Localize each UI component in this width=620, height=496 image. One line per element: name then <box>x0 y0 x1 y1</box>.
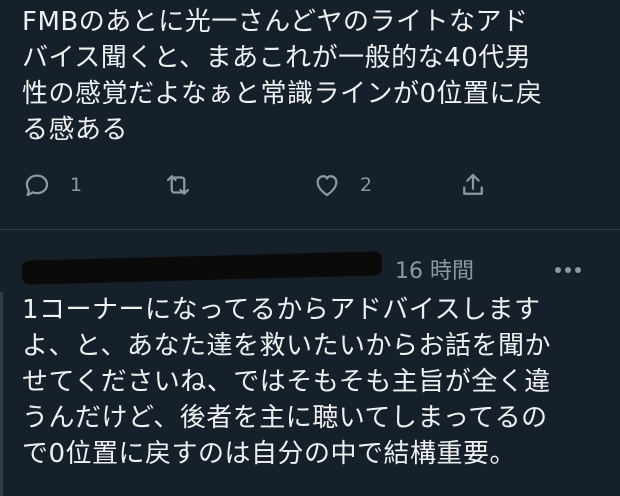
like-icon <box>316 175 338 197</box>
reply-line: せてくださいね、ではそもそも主旨が全く違 <box>22 367 551 397</box>
like-button[interactable]: 2 <box>312 170 372 200</box>
reply-line: 1コーナーになってるからアドバイスします <box>22 295 541 325</box>
share-button[interactable] <box>458 170 488 200</box>
tweet-text: FMBのあとに光一さんどヤのライトなアド バイス聞くと、まあこれが一般的な40代… <box>22 4 608 148</box>
reply-count: 1 <box>70 174 83 196</box>
reply-line: よ、と、あなた達を救いたいからお話を聞か <box>22 331 551 361</box>
retweet-icon <box>166 175 190 195</box>
more-icon <box>555 267 561 273</box>
tweet-line: 性の感覚だよなぁと常識ラインが0位置に戻 <box>22 79 543 109</box>
tweet-line: バイス聞くと、まあこれが一般的な40代男 <box>22 43 532 73</box>
reply-button[interactable]: 1 <box>22 170 82 200</box>
more-button[interactable] <box>548 256 588 284</box>
divider <box>0 229 620 230</box>
tweet-line: FMBのあとに光一さんどヤのライトなアド <box>22 7 529 37</box>
tweet-line: る感ある <box>22 115 129 145</box>
reply-line: で0位置に戻すのは自分の中で結構重要。 <box>22 439 517 469</box>
timestamp: 16 時間 <box>395 259 474 284</box>
like-count: 2 <box>360 174 373 196</box>
tweet-actions: 1 2 <box>0 170 620 206</box>
reply-line: うんだけど、後者を主に聴いてしまってるの <box>22 403 548 433</box>
thread-line <box>0 292 3 496</box>
reply-text: 1コーナーになってるからアドバイスします よ、と、あなた達を救いたいからお話を聞… <box>22 292 608 472</box>
share-icon <box>463 173 483 195</box>
retweet-button[interactable] <box>163 170 193 200</box>
reply-icon <box>25 174 49 197</box>
